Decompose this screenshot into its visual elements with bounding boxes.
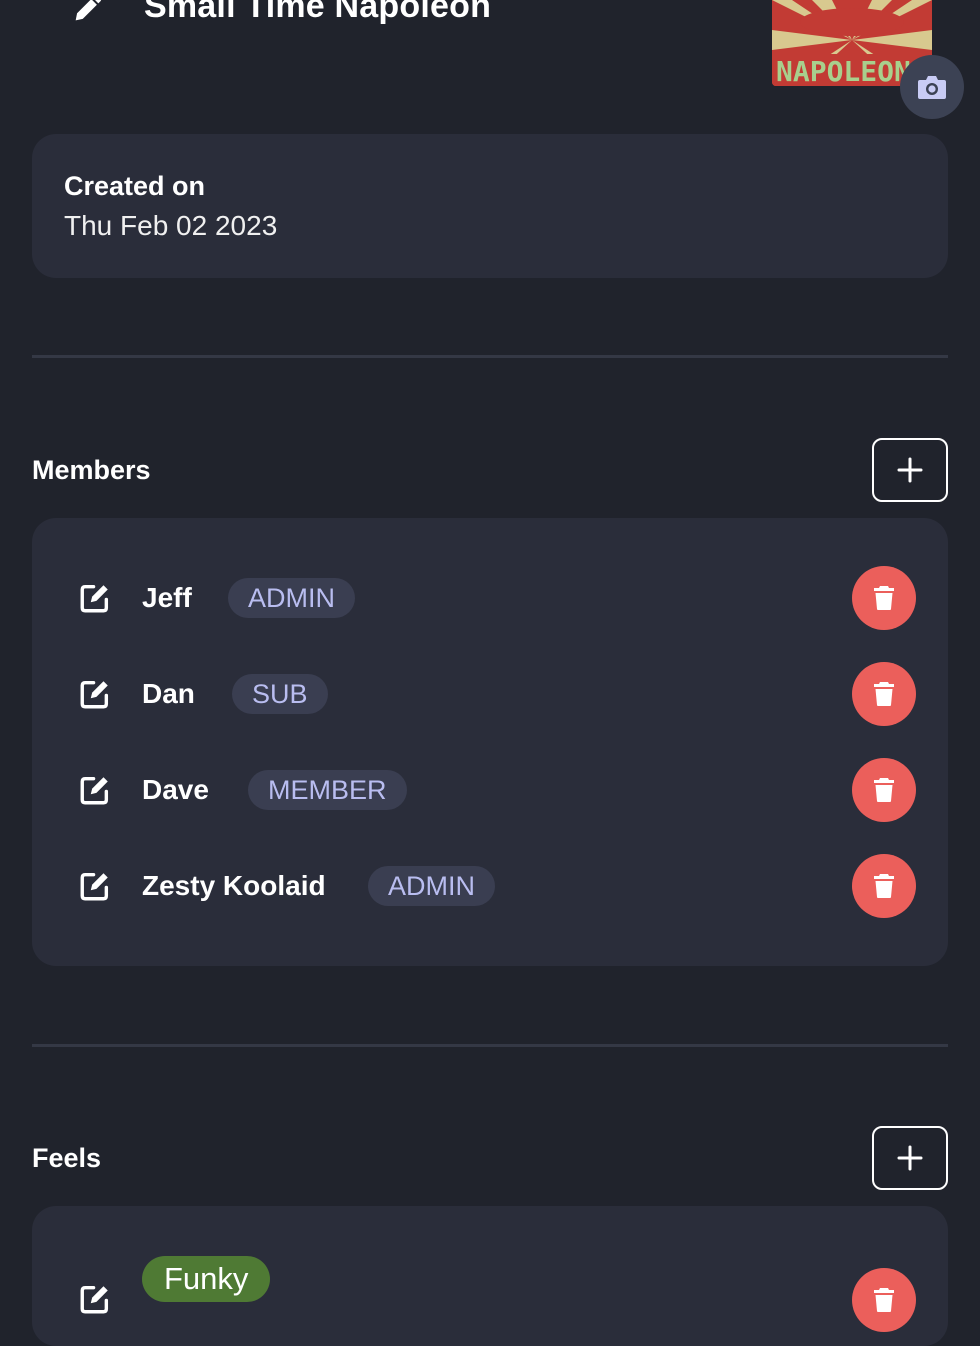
pencil-icon[interactable] (70, 0, 104, 26)
trash-icon (874, 874, 894, 898)
edit-member-icon[interactable] (78, 677, 112, 711)
members-title: Members (32, 455, 151, 485)
trash-icon (874, 682, 894, 706)
member-name: Jeff (142, 582, 192, 613)
add-feel-button[interactable] (872, 1126, 948, 1190)
created-date: Thu Feb 02 2023 (64, 210, 278, 241)
member-name: Dave (142, 774, 209, 805)
feel-badge: Funky (142, 1256, 271, 1302)
divider (32, 355, 948, 358)
page-title: Small Time Napoleon (144, 0, 492, 25)
role-badge: SUB (232, 674, 328, 714)
feels-title: Feels (32, 1143, 102, 1173)
svg-text:NAPOLEON: NAPOLEON (776, 55, 911, 86)
delete-member-button[interactable] (852, 758, 916, 822)
plus-icon (897, 1145, 923, 1171)
role-badge: MEMBER (248, 770, 407, 810)
edit-member-icon[interactable] (78, 581, 112, 615)
delete-member-button[interactable] (852, 566, 916, 630)
plus-icon (897, 457, 923, 483)
change-photo-button[interactable] (900, 55, 964, 119)
trash-icon (874, 778, 894, 802)
member-name: Zesty Koolaid (142, 870, 326, 901)
add-member-button[interactable] (872, 438, 948, 502)
delete-feel-button[interactable] (852, 1268, 916, 1332)
delete-member-button[interactable] (852, 854, 916, 918)
role-badge: ADMIN (228, 578, 355, 618)
edit-member-icon[interactable] (78, 869, 112, 903)
created-card (32, 134, 948, 278)
divider (32, 1044, 948, 1047)
camera-icon (918, 76, 946, 99)
delete-member-button[interactable] (852, 662, 916, 726)
member-name: Dan (142, 678, 195, 709)
trash-icon (874, 586, 894, 610)
role-badge: ADMIN (368, 866, 495, 906)
edit-feel-icon[interactable] (78, 1282, 112, 1316)
edit-member-icon[interactable] (78, 773, 112, 807)
created-label: Created on (64, 171, 206, 201)
trash-icon (874, 1288, 894, 1312)
